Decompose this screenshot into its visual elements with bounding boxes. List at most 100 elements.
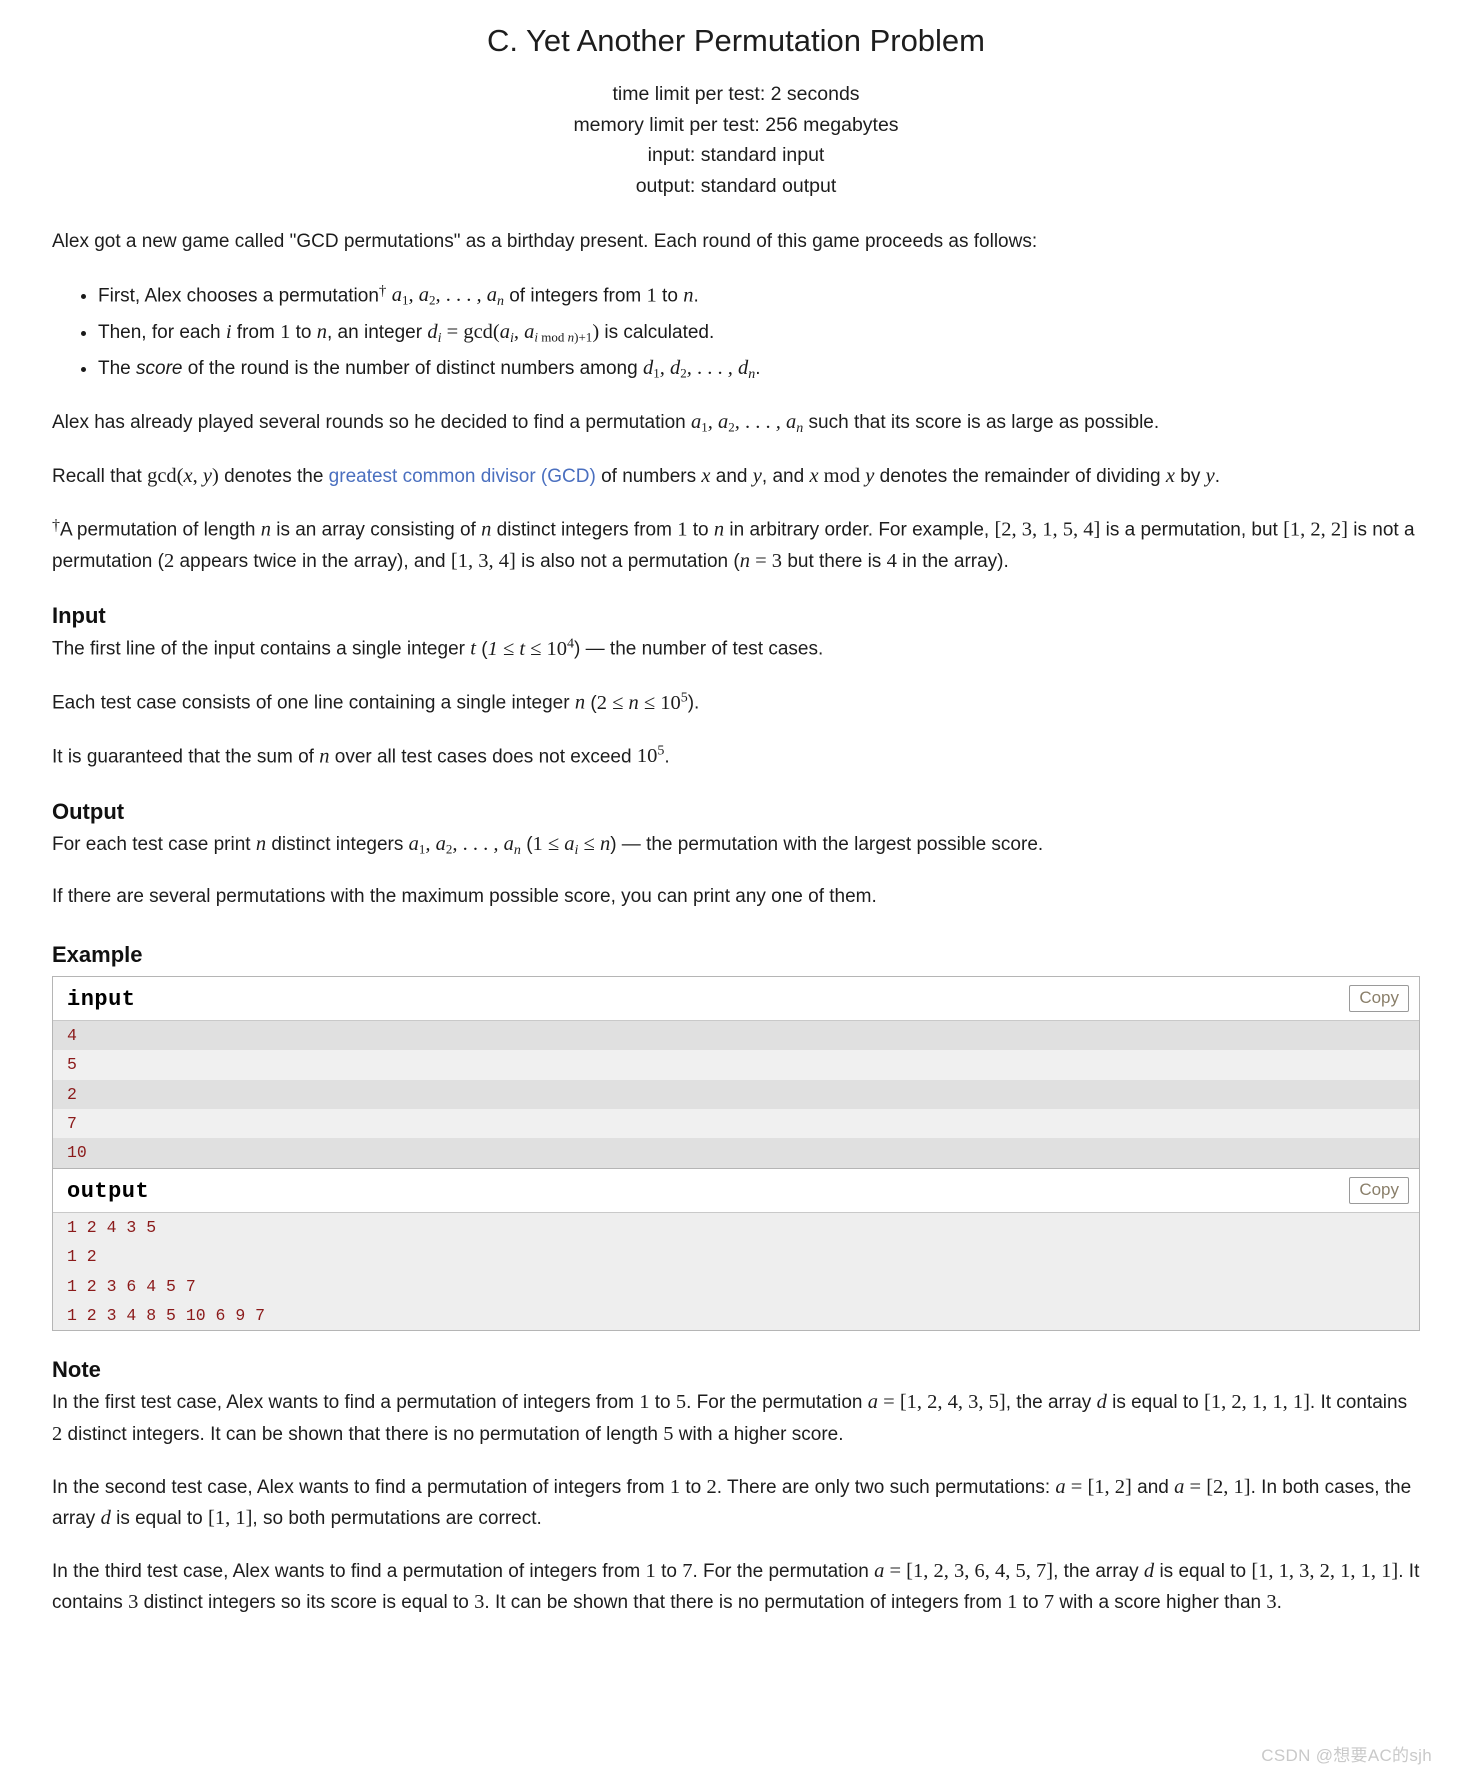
note2-text-f: , so both permutations are correct.	[252, 1507, 542, 1529]
input-line-2: Each test case consists of one line cont…	[52, 687, 1420, 719]
math-two: 2	[52, 1422, 63, 1445]
footnote-text-j: but there is	[787, 550, 882, 572]
step2-text-e: is calculated.	[604, 321, 715, 343]
list-item: Then, for each i from 1 to n, an integer…	[98, 316, 1420, 351]
list-item: 7	[53, 1108, 1419, 1139]
list-item: 4	[53, 1020, 1419, 1051]
copy-input-button[interactable]: Copy	[1349, 984, 1409, 1013]
step1-text-end: .	[693, 285, 699, 307]
math-d-11: [1, 1]	[208, 1506, 253, 1529]
input-text-b2: ).	[687, 692, 700, 714]
sample-input-lines[interactable]: 4 5 2 7 10	[53, 1020, 1419, 1168]
memory-limit: memory limit per test: 256 megabytes	[573, 113, 899, 136]
list-item: 1 2 3 6 4 5 7	[53, 1271, 1419, 1302]
input-constraint-n: (2 ≤ n ≤ 105	[590, 689, 688, 714]
recall-text-c: of numbers	[601, 466, 697, 488]
recall-text-d: , and	[761, 466, 805, 488]
input-line-3: It is guaranteed that the sum of n over …	[52, 741, 1420, 773]
math-di-formula: di = gcd(ai, ai mod n)+1)	[427, 320, 600, 346]
sample-output-lines[interactable]: 1 2 4 3 5 1 2 1 2 3 6 4 5 7 1 2 3 4 8 5 …	[53, 1212, 1419, 1331]
recall-text-f: by	[1180, 466, 1201, 488]
time-limit: time limit per test: 2 seconds	[612, 82, 860, 105]
input-source: input: standard input	[647, 144, 825, 167]
statement-footnote: †A permutation of length n is an array c…	[52, 514, 1420, 577]
problem-limits: time limit per test: 2 seconds memory li…	[52, 79, 1420, 202]
list-item: The score of the round is the number of …	[98, 352, 1420, 387]
math-x-mod-y: x mod y	[809, 465, 875, 488]
step3-text-b: of the round is the number of distinct n…	[187, 358, 638, 380]
note3-text-i: to	[1022, 1592, 1039, 1614]
math-n: n	[319, 745, 330, 768]
recall-text-a: Recall that	[52, 466, 142, 488]
output-line-2: If there are several permutations with t…	[52, 885, 877, 907]
statement-recall: Recall that gcd(x, y) denotes the greate…	[52, 461, 1420, 492]
footnote-text-i: is also not a permutation (	[521, 550, 740, 572]
math-one: 1	[669, 1475, 681, 1498]
math-five: 5	[675, 1391, 687, 1414]
sample-input-label: input	[67, 986, 136, 1012]
math-a-eq-12: a = [1, 2]	[1055, 1475, 1132, 1498]
statement-intro: Alex got a new game called "GCD permutat…	[52, 230, 1038, 252]
sample-output-box: output Copy 1 2 4 3 5 1 2 1 2 3 6 4 5 7 …	[52, 1167, 1420, 1332]
math-d: d	[100, 1506, 111, 1529]
math-two: 2	[706, 1475, 717, 1498]
math-nonperm-134: [1, 3, 4]	[450, 549, 516, 572]
input-text-a3: It is guaranteed that the sum of	[52, 746, 314, 768]
math-x: x	[701, 465, 711, 488]
recall-text-end: .	[1214, 466, 1221, 488]
math-y: y	[752, 465, 762, 488]
math-d: d	[1143, 1560, 1155, 1583]
goal-text-b: such that its score is as large as possi…	[808, 411, 1160, 433]
sample-output-label: output	[67, 1178, 150, 1204]
math-nonperm-122: [1, 2, 2]	[1283, 518, 1348, 541]
note1-text-f: . It contains	[1309, 1392, 1408, 1414]
note3-text-h: . It can be shown that there is no permu…	[484, 1592, 1002, 1614]
gcd-wiki-link[interactable]: greatest common divisor (GCD)	[329, 466, 596, 487]
math-one: 1	[677, 518, 688, 541]
math-n: n	[316, 320, 327, 343]
math-x: x	[1165, 465, 1175, 488]
output-source: output: standard output	[635, 175, 837, 198]
input-section-heading: Input	[52, 603, 106, 629]
step3-text-a: The	[98, 358, 131, 380]
list-item: 2	[53, 1079, 1419, 1109]
step1-text-b: of integers from	[509, 285, 642, 307]
step1-text-a: First, Alex chooses a permutation	[98, 285, 379, 307]
math-perm-seq: a1, a2, . . . , an	[408, 832, 521, 858]
math-two: 2	[163, 549, 175, 572]
footnote-text-f: is a permutation, but	[1105, 519, 1278, 541]
step3-score-word: score	[136, 358, 183, 380]
output-section-heading: Output	[52, 798, 125, 824]
math-one: 1	[645, 1560, 656, 1583]
math-n: n	[260, 518, 271, 541]
list-item: 5	[53, 1050, 1419, 1080]
sample-input-header: input Copy	[53, 976, 1419, 1021]
math-one: 1	[280, 320, 291, 343]
math-n: n	[713, 518, 725, 541]
input-text-a2: Each test case consists of one line cont…	[52, 692, 570, 714]
sample-input-box: input Copy 4 5 2 7 10	[52, 975, 1420, 1168]
step2-text-b: from	[236, 321, 275, 343]
problem-page: C. Yet Another Permutation Problem time …	[0, 0, 1476, 1650]
sample-output-header: output Copy	[53, 1168, 1419, 1213]
math-example-perm: [2, 3, 1, 5, 4]	[994, 518, 1101, 541]
note1-text-e: is equal to	[1112, 1392, 1199, 1414]
note-paragraph-2: In the second test case, Alex wants to f…	[52, 1472, 1420, 1534]
math-n: n	[481, 518, 492, 541]
math-n: n	[683, 284, 694, 307]
footnote-text-d: to	[692, 519, 709, 541]
note2-text-a: In the second test case, Alex wants to f…	[52, 1476, 665, 1498]
footnote-text-k: in the array).	[902, 550, 1009, 572]
output-text-b: distinct integers	[271, 833, 404, 855]
note1-text-b: to	[654, 1392, 671, 1414]
input-text-a: The first line of the input contains a s…	[52, 638, 465, 660]
copy-output-button[interactable]: Copy	[1349, 1176, 1409, 1205]
note3-text-d: , the array	[1053, 1561, 1139, 1583]
output-line-1: For each test case print n distinct inte…	[52, 829, 1420, 861]
footnote-text-a: A permutation of length	[60, 519, 256, 541]
note1-text-a: In the first test case, Alex wants to fi…	[52, 1392, 634, 1414]
footnote-text-c: distinct integers from	[496, 519, 672, 541]
step2-text-c: to	[295, 321, 312, 343]
math-d-values: [1, 2, 1, 1, 1]	[1204, 1391, 1310, 1414]
recall-text-b: denotes the	[224, 466, 324, 488]
